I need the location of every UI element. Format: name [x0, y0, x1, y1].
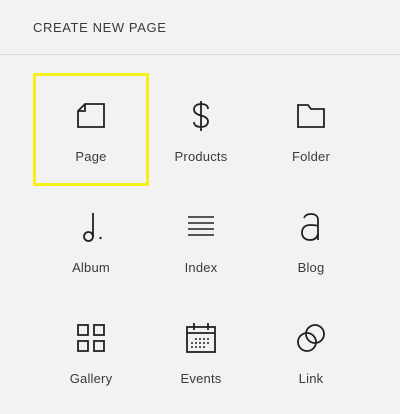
page-type-grid: Page Products Folder Album Index Blog Ga…	[33, 73, 367, 406]
page-type-label: Index	[184, 260, 218, 275]
page-type-label: Page	[75, 149, 107, 164]
page-type-label: Products	[174, 149, 228, 164]
page-type-blog[interactable]: Blog	[253, 184, 369, 297]
dollar-icon	[185, 100, 217, 132]
page-type-products[interactable]: Products	[143, 73, 259, 186]
page-type-events[interactable]: Events	[143, 295, 259, 408]
page-type-album[interactable]: Album	[33, 184, 149, 297]
page-icon	[75, 100, 107, 132]
create-new-page-panel: CREATE NEW PAGE Page Products Folder Alb…	[0, 0, 400, 414]
page-type-label: Events	[180, 371, 222, 386]
page-type-link[interactable]: Link	[253, 295, 369, 408]
page-type-index[interactable]: Index	[143, 184, 259, 297]
index-lines-icon	[185, 211, 217, 243]
music-note-icon	[75, 211, 107, 243]
folder-icon	[295, 100, 327, 132]
page-type-label: Blog	[297, 260, 325, 275]
calendar-icon	[185, 322, 217, 354]
link-circles-icon	[295, 322, 327, 354]
page-type-page[interactable]: Page	[33, 73, 149, 186]
page-type-label: Folder	[291, 149, 331, 164]
letter-a-icon	[295, 211, 327, 243]
page-type-gallery[interactable]: Gallery	[33, 295, 149, 408]
page-type-label: Link	[298, 371, 324, 386]
panel-header: CREATE NEW PAGE	[0, 0, 400, 55]
page-type-label: Gallery	[69, 371, 113, 386]
grid-icon	[75, 322, 107, 354]
panel-title: CREATE NEW PAGE	[33, 19, 167, 35]
page-type-label: Album	[72, 260, 110, 275]
page-type-folder[interactable]: Folder	[253, 73, 369, 186]
